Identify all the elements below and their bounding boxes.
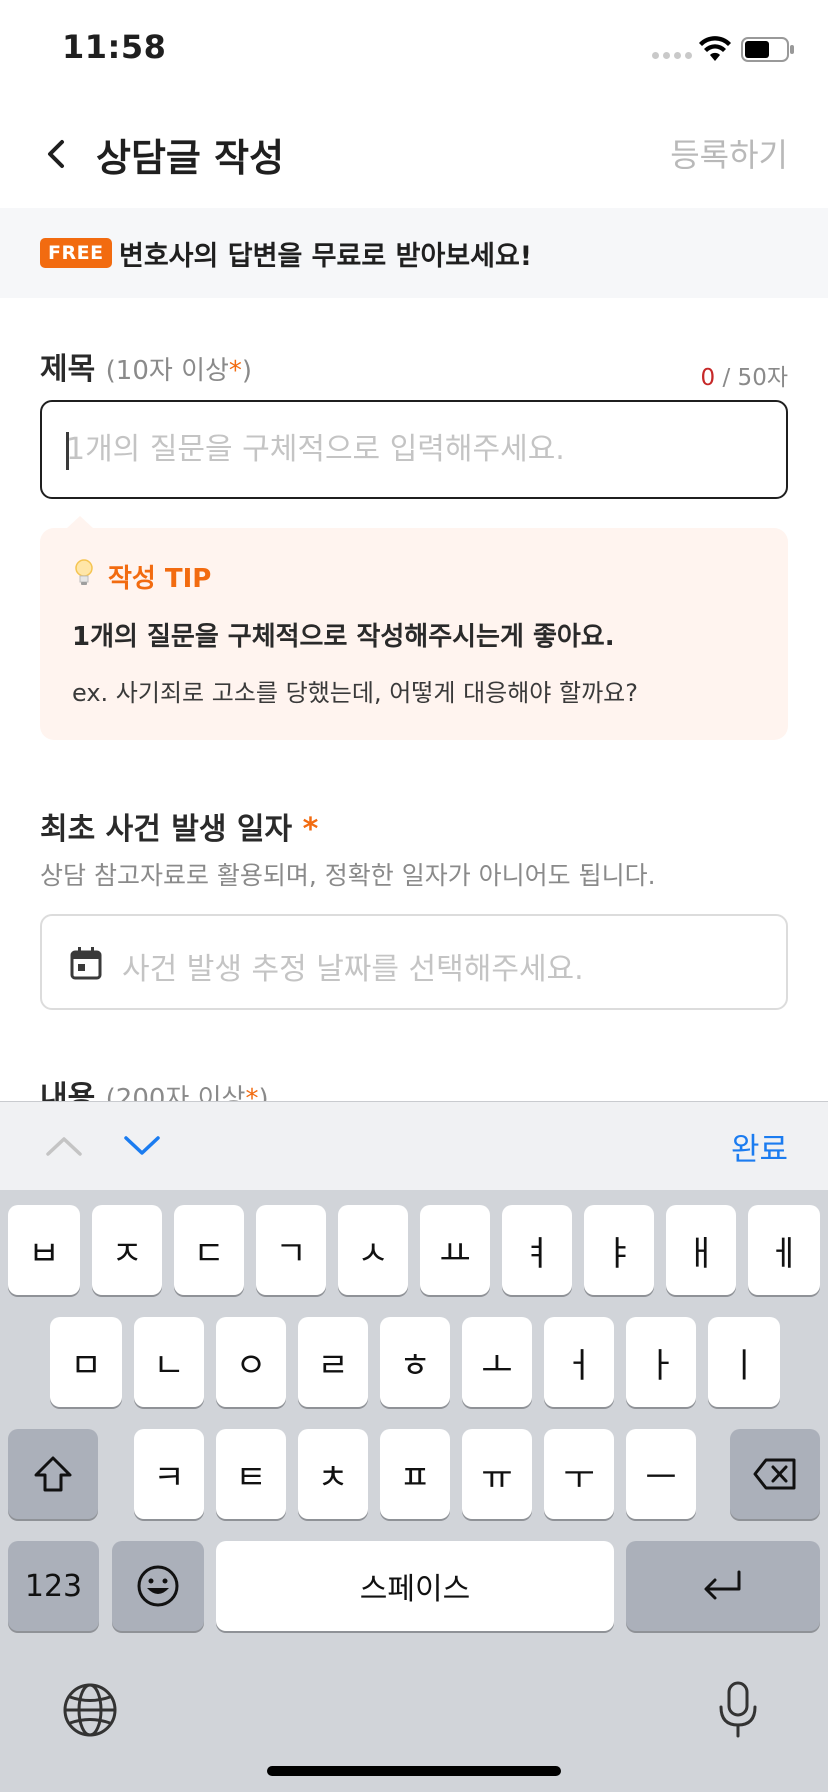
- required-star: *: [302, 812, 319, 847]
- shift-key[interactable]: [8, 1429, 98, 1519]
- key[interactable]: ㅓ: [544, 1317, 614, 1407]
- free-banner: FREE 변호사의 답변을 무료로 받아보세요!: [0, 208, 828, 298]
- key[interactable]: ㅂ: [8, 1205, 80, 1295]
- key[interactable]: ㅇ: [216, 1317, 286, 1407]
- page-title: 상담글 작성: [96, 136, 285, 180]
- key[interactable]: ㅡ: [626, 1429, 696, 1519]
- lightbulb-icon: [75, 559, 93, 585]
- backspace-key[interactable]: [730, 1429, 820, 1519]
- korean-keyboard: ㅂ ㅈ ㄷ ㄱ ㅅ ㅛ ㅕ ㅑ ㅐ ㅔ ㅁ ㄴ ㅇ ㄹ ㅎ ㅗ ㅓ ㅏ ㅣ ㅋ …: [0, 1190, 828, 1792]
- char-count-current: 0: [700, 365, 716, 391]
- tip-example-text: ex. 사기죄로 고소를 당했는데, 어떻게 대응해야 할까요?: [72, 679, 638, 707]
- previous-field-chevron-up-icon[interactable]: [44, 1134, 84, 1158]
- status-time: 11:58: [62, 28, 167, 66]
- key[interactable]: ㅜ: [544, 1429, 614, 1519]
- calendar-icon: [70, 947, 102, 980]
- nav-bar: 상담글 작성 등록하기: [0, 100, 828, 208]
- battery-icon: [741, 37, 794, 62]
- back-chevron-icon[interactable]: [42, 136, 70, 172]
- key[interactable]: ㅏ: [626, 1317, 696, 1407]
- shift-arrow-icon: [34, 1456, 72, 1492]
- date-placeholder: 사건 발생 추정 날짜를 선택해주세요.: [122, 952, 584, 987]
- backspace-icon: [753, 1458, 796, 1490]
- key[interactable]: ㅠ: [462, 1429, 532, 1519]
- emoji-icon: [137, 1565, 179, 1607]
- emoji-key[interactable]: [112, 1541, 204, 1631]
- key[interactable]: ㅍ: [380, 1429, 450, 1519]
- key[interactable]: ㅑ: [584, 1205, 654, 1295]
- key[interactable]: ㅛ: [420, 1205, 490, 1295]
- key[interactable]: ㄱ: [256, 1205, 326, 1295]
- key[interactable]: ㅐ: [666, 1205, 736, 1295]
- cellular-signal-icon: [652, 52, 692, 59]
- wifi-icon: [699, 36, 731, 61]
- title-input[interactable]: [40, 400, 788, 499]
- key[interactable]: ㅌ: [216, 1429, 286, 1519]
- next-field-chevron-down-icon[interactable]: [122, 1134, 162, 1158]
- writing-tip-box: 작성 TIP 1개의 질문을 구체적으로 작성해주시는게 좋아요. ex. 사기…: [40, 528, 788, 740]
- key[interactable]: ㄷ: [174, 1205, 244, 1295]
- key[interactable]: ㅔ: [748, 1205, 820, 1295]
- key[interactable]: ㅊ: [298, 1429, 368, 1519]
- key[interactable]: ㅋ: [134, 1429, 204, 1519]
- date-label: 최초 사건 발생 일자 *: [40, 804, 318, 848]
- return-icon: [704, 1570, 741, 1600]
- key[interactable]: ㄹ: [298, 1317, 368, 1407]
- key[interactable]: ㅈ: [92, 1205, 162, 1295]
- key[interactable]: ㅕ: [502, 1205, 572, 1295]
- required-star: *: [228, 356, 242, 386]
- keyboard-accessory-bar: 완료: [0, 1101, 828, 1190]
- date-label-text: 최초 사건 발생 일자: [40, 812, 293, 847]
- free-banner-text: 변호사의 답변을 무료로 받아보세요!: [119, 241, 533, 272]
- text-cursor: [66, 432, 69, 470]
- title-min-length-hint: (10자 이상*): [105, 356, 253, 386]
- numbers-key[interactable]: 123: [8, 1541, 99, 1631]
- key[interactable]: ㅅ: [338, 1205, 408, 1295]
- return-key[interactable]: [626, 1541, 820, 1631]
- key[interactable]: ㅁ: [50, 1317, 122, 1407]
- status-bar: 11:58: [0, 0, 828, 100]
- date-description: 상담 참고자료로 활용되며, 정확한 일자가 아니어도 됩니다.: [40, 861, 656, 890]
- free-badge: FREE: [40, 238, 112, 268]
- date-picker-field[interactable]: 사건 발생 추정 날짜를 선택해주세요.: [40, 914, 788, 1010]
- title-label: 제목 (10자 이상*): [40, 344, 252, 388]
- home-indicator: [267, 1766, 561, 1776]
- tip-main-text: 1개의 질문을 구체적으로 작성해주시는게 좋아요.: [72, 622, 615, 652]
- done-button[interactable]: 완료: [731, 1124, 788, 1169]
- title-label-text: 제목: [40, 352, 96, 387]
- microphone-icon[interactable]: [716, 1680, 760, 1740]
- key[interactable]: ㅎ: [380, 1317, 450, 1407]
- title-char-count: 0 / 50자: [701, 358, 788, 392]
- key[interactable]: ㅣ: [708, 1317, 780, 1407]
- key[interactable]: ㄴ: [134, 1317, 204, 1407]
- register-button[interactable]: 등록하기: [670, 130, 788, 176]
- char-count-max: / 50자: [715, 365, 788, 391]
- space-key[interactable]: 스페이스: [216, 1541, 614, 1631]
- key[interactable]: ㅗ: [462, 1317, 532, 1407]
- globe-icon[interactable]: [62, 1682, 118, 1738]
- tip-heading: 작성 TIP: [108, 564, 212, 594]
